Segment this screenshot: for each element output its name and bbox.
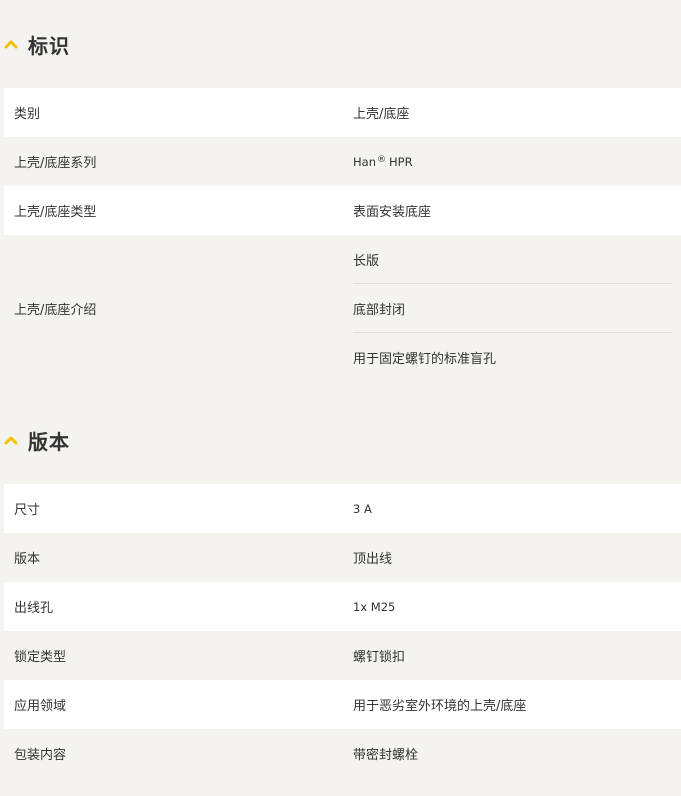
series-suffix: HPR (388, 154, 413, 169)
row-label: 锁定类型 (14, 650, 67, 665)
table-row: 尺寸 3 A (4, 484, 681, 533)
row-value-list: 长版 底部封闭 用于固定螺钉的标准盲孔 (343, 235, 681, 382)
row-value: 用于恶劣室外环境的上壳/底座 (353, 699, 527, 714)
chevron-up-icon (4, 433, 18, 447)
table-row: 上壳/底座介绍 长版 底部封闭 用于固定螺钉的标准盲孔 (4, 235, 681, 382)
series-name: Han (353, 154, 376, 169)
chevron-up-icon (4, 37, 18, 51)
row-value: 1x M25 (353, 599, 396, 614)
section-header-version[interactable]: 版本 (0, 396, 681, 484)
spec-table: 类别 上壳/底座 上壳/底座系列 Han® HPR 上壳/底座类型 表面安装底座 … (4, 88, 681, 382)
section-title: 版本 (28, 429, 70, 454)
row-label: 上壳/底座类型 (14, 205, 97, 220)
table-row: 版本 顶出线 (4, 533, 681, 582)
row-value: Han® HPR (343, 155, 681, 169)
table-row: 上壳/底座系列 Han® HPR (4, 137, 681, 186)
table-row: 包装内容 带密封螺栓 (4, 729, 681, 778)
section-header-identification[interactable]: 标识 (0, 0, 681, 88)
row-value: 上壳/底座 (353, 107, 410, 122)
list-item: 底部封闭 (353, 284, 672, 333)
registered-mark: ® (376, 154, 386, 165)
section-title: 标识 (28, 33, 70, 58)
spec-table: 尺寸 3 A 版本 顶出线 出线孔 1x M25 锁定类型 螺钉锁扣 应用领域 … (4, 484, 681, 778)
row-value: 3 A (353, 501, 372, 516)
row-value: 带密封螺栓 (353, 748, 419, 763)
row-label: 包装内容 (14, 748, 67, 763)
table-row: 类别 上壳/底座 (4, 88, 681, 137)
row-value: 螺钉锁扣 (353, 650, 406, 665)
row-label: 类别 (14, 107, 41, 122)
table-row: 锁定类型 螺钉锁扣 (4, 631, 681, 680)
table-row: 应用领域 用于恶劣室外环境的上壳/底座 (4, 680, 681, 729)
row-label: 尺寸 (14, 503, 41, 518)
row-label: 上壳/底座系列 (14, 156, 97, 171)
list-item: 长版 (353, 235, 672, 284)
table-row: 出线孔 1x M25 (4, 582, 681, 631)
row-label: 版本 (14, 552, 41, 567)
row-label: 上壳/底座介绍 (14, 303, 97, 318)
row-label: 应用领域 (14, 699, 67, 714)
row-value: 表面安装底座 (353, 205, 432, 220)
table-row: 上壳/底座类型 表面安装底座 (4, 186, 681, 235)
section-version: 版本 尺寸 3 A 版本 顶出线 出线孔 1x M25 锁定类型 螺钉锁扣 应用… (0, 396, 681, 778)
row-label: 出线孔 (14, 601, 54, 616)
section-identification: 标识 类别 上壳/底座 上壳/底座系列 Han® HPR 上壳/底座类型 表面安装… (0, 0, 681, 382)
row-value: 顶出线 (353, 552, 393, 567)
list-item: 用于固定螺钉的标准盲孔 (353, 352, 497, 367)
